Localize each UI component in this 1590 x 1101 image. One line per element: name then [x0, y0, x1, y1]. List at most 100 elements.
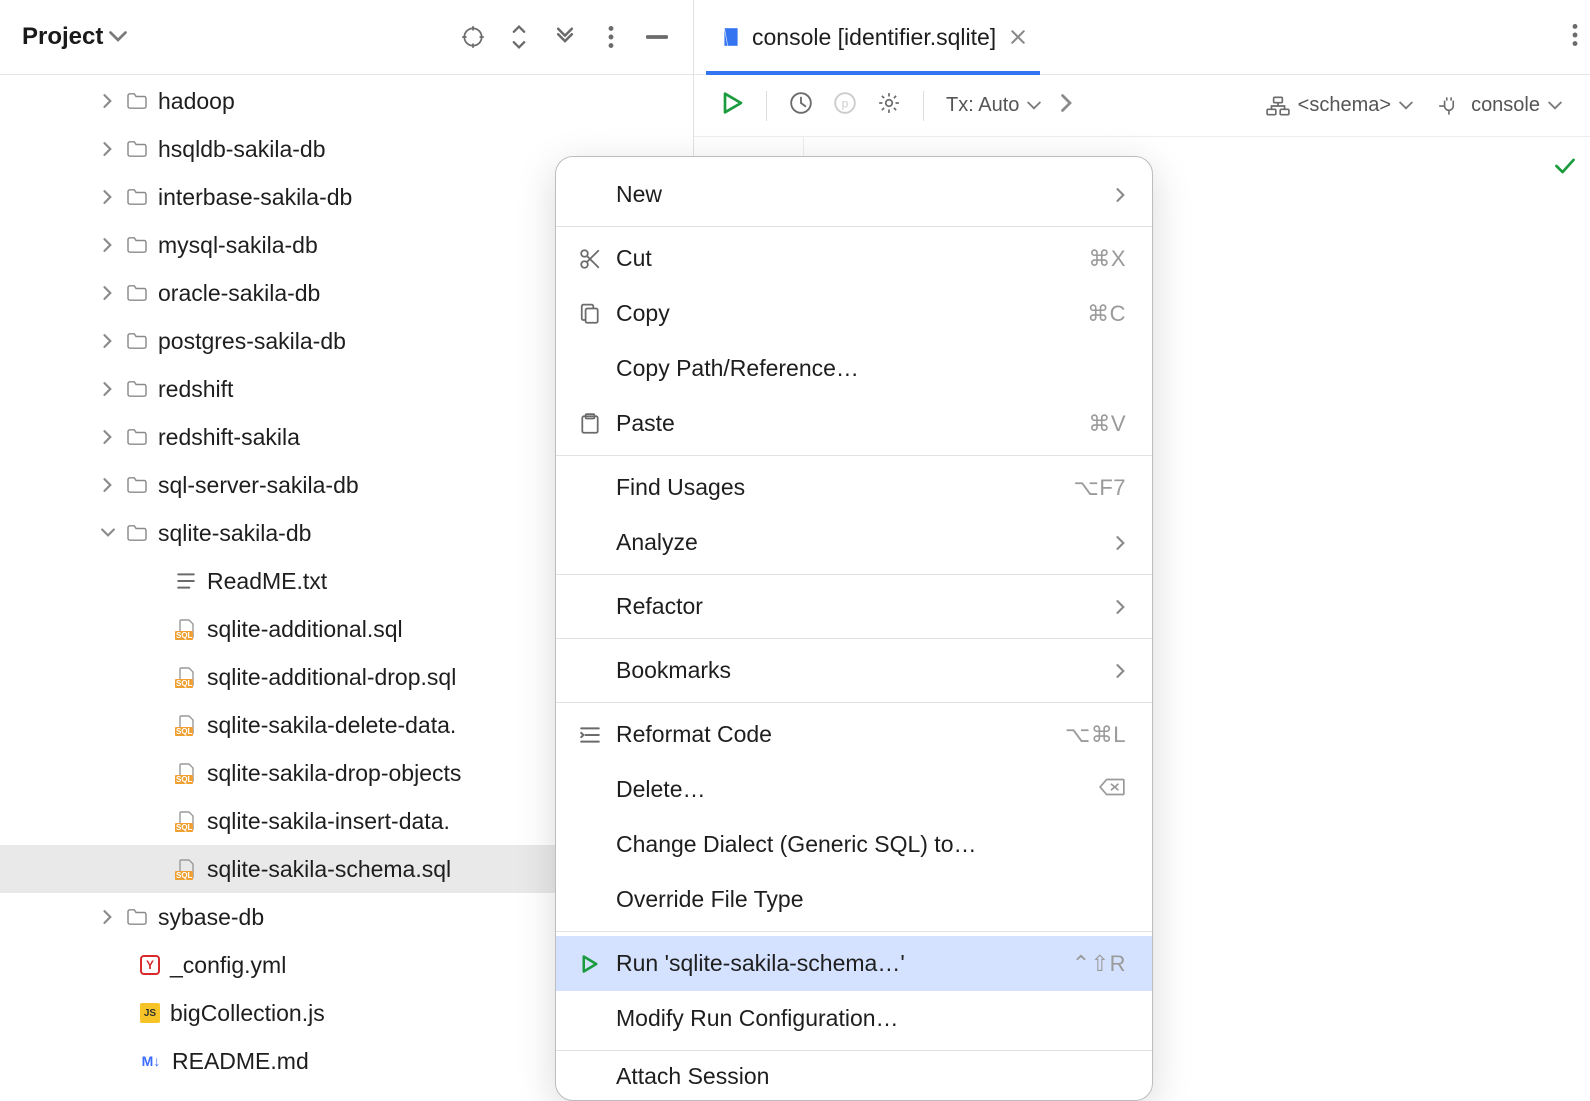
menu-label: Copy: [616, 300, 670, 327]
menu-label: Reformat Code: [616, 721, 772, 748]
tree-item-label: sqlite-sakila-db: [158, 520, 311, 547]
tree-item-label: mysql-sakila-db: [158, 232, 318, 259]
menu-analyze[interactable]: Analyze: [556, 515, 1152, 570]
tree-item-label: README.md: [172, 1048, 309, 1075]
menu-copy[interactable]: Copy ⌘C: [556, 286, 1152, 341]
chevron-right-icon: [100, 238, 116, 252]
editor-tab-console[interactable]: console [identifier.sqlite]: [706, 0, 1040, 74]
tree-item-label: postgres-sakila-db: [158, 328, 346, 355]
tree-item-label: oracle-sakila-db: [158, 280, 320, 307]
sql-file-icon: SQL: [175, 762, 197, 784]
menu-separator: [556, 702, 1152, 703]
folder-icon: [126, 908, 148, 926]
shortcut-label: ⌘V: [1088, 411, 1126, 437]
run-button[interactable]: [722, 91, 744, 121]
menu-label: Paste: [616, 410, 675, 437]
minimize-icon[interactable]: [643, 23, 671, 51]
next-button[interactable]: [1061, 94, 1073, 118]
sql-file-icon: SQL: [175, 810, 197, 832]
project-title-label: Project: [22, 23, 103, 51]
menu-label: Delete…: [616, 776, 705, 803]
check-icon[interactable]: [1554, 157, 1576, 180]
tree-item-label: redshift: [158, 376, 233, 403]
schema-dropdown[interactable]: <schema>: [1266, 94, 1413, 117]
plug-icon: [1437, 96, 1463, 116]
menu-paste[interactable]: Paste ⌘V: [556, 396, 1152, 451]
chevron-down-icon: [1027, 101, 1041, 111]
svg-text:p: p: [842, 96, 849, 110]
menu-new[interactable]: New: [556, 167, 1152, 222]
tree-item-label: sql-server-sakila-db: [158, 472, 359, 499]
menu-cut[interactable]: Cut ⌘X: [556, 231, 1152, 286]
expand-collapse-icon[interactable]: [505, 23, 533, 51]
tree-item-label: sqlite-sakila-drop-objects: [207, 760, 461, 787]
menu-copy-path[interactable]: Copy Path/Reference…: [556, 341, 1152, 396]
menu-bookmarks[interactable]: Bookmarks: [556, 643, 1152, 698]
tree-item-label: sqlite-sakila-insert-data.: [207, 808, 450, 835]
chevron-down-icon: [109, 31, 127, 43]
js-file-icon: JS: [140, 1003, 160, 1023]
schema-label: <schema>: [1298, 94, 1391, 117]
copy-icon: [576, 303, 604, 325]
shortcut-label: ⌘X: [1088, 246, 1126, 272]
history-button[interactable]: [789, 91, 813, 121]
menu-label: New: [616, 181, 662, 208]
tree-item-label: hsqldb-sakila-db: [158, 136, 325, 163]
chevron-right-icon: [100, 430, 116, 444]
menu-separator: [556, 226, 1152, 227]
tree-item-label: sqlite-additional-drop.sql: [207, 664, 456, 691]
menu-find-usages[interactable]: Find Usages ⌥F7: [556, 460, 1152, 515]
shortcut-label: ⌥F7: [1073, 475, 1126, 501]
console-toolbar: p Tx: Auto <schema> console: [694, 75, 1590, 137]
menu-label: Change Dialect (Generic SQL) to…: [616, 831, 977, 858]
console-dropdown[interactable]: console: [1437, 94, 1562, 117]
tree-item-label: ReadME.txt: [207, 568, 327, 595]
project-header: Project: [0, 0, 693, 75]
context-menu: New Cut ⌘X Copy ⌘C Copy Path/Reference… …: [555, 156, 1153, 1101]
menu-run[interactable]: Run 'sqlite-sakila-schema…' ⌃⇧R: [556, 936, 1152, 991]
menu-reformat[interactable]: Reformat Code ⌥⌘L: [556, 707, 1152, 762]
yaml-file-icon: Y: [140, 955, 160, 975]
settings-button[interactable]: [877, 91, 901, 121]
chevron-right-icon: [100, 286, 116, 300]
folder-icon: [126, 476, 148, 494]
folder-icon: [126, 332, 148, 350]
menu-label: Attach Session: [616, 1063, 769, 1089]
separator: [923, 91, 924, 121]
sql-file-icon: SQL: [175, 858, 197, 880]
more-vertical-icon[interactable]: [1572, 24, 1578, 51]
menu-delete[interactable]: Delete…: [556, 762, 1152, 817]
close-tab-icon[interactable]: [1010, 24, 1026, 51]
chevron-right-icon: [1116, 529, 1126, 556]
chevron-right-icon: [100, 382, 116, 396]
tree-folder-hadoop[interactable]: hadoop: [0, 77, 693, 125]
folder-icon: [126, 188, 148, 206]
menu-override-filetype[interactable]: Override File Type: [556, 872, 1152, 927]
chevron-right-icon: [100, 190, 116, 204]
tx-mode-dropdown[interactable]: Tx: Auto: [946, 94, 1041, 117]
menu-label: Modify Run Configuration…: [616, 1005, 899, 1032]
menu-change-dialect[interactable]: Change Dialect (Generic SQL) to…: [556, 817, 1152, 872]
collapse-icon[interactable]: [551, 23, 579, 51]
text-file-icon: [175, 570, 197, 592]
tree-item-label: sybase-db: [158, 904, 264, 931]
menu-separator: [556, 1050, 1152, 1051]
chevron-right-icon: [1116, 657, 1126, 684]
playground-button[interactable]: p: [833, 91, 857, 121]
shortcut-label: ⌃⇧R: [1072, 951, 1126, 977]
tree-item-label: bigCollection.js: [170, 1000, 325, 1027]
clipboard-icon: [576, 413, 604, 435]
more-vertical-icon[interactable]: [597, 23, 625, 51]
menu-modify-run-config[interactable]: Modify Run Configuration…: [556, 991, 1152, 1046]
tab-label: console [identifier.sqlite]: [752, 24, 996, 51]
target-icon[interactable]: [459, 23, 487, 51]
menu-refactor[interactable]: Refactor: [556, 579, 1152, 634]
menu-attach-session[interactable]: Attach Session: [556, 1055, 1152, 1090]
menu-separator: [556, 574, 1152, 575]
project-title-dropdown[interactable]: Project: [22, 23, 127, 51]
menu-separator: [556, 638, 1152, 639]
tree-item-label: sqlite-sakila-schema.sql: [207, 856, 451, 883]
menu-label: Find Usages: [616, 474, 745, 501]
menu-separator: [556, 931, 1152, 932]
chevron-right-icon: [100, 478, 116, 492]
